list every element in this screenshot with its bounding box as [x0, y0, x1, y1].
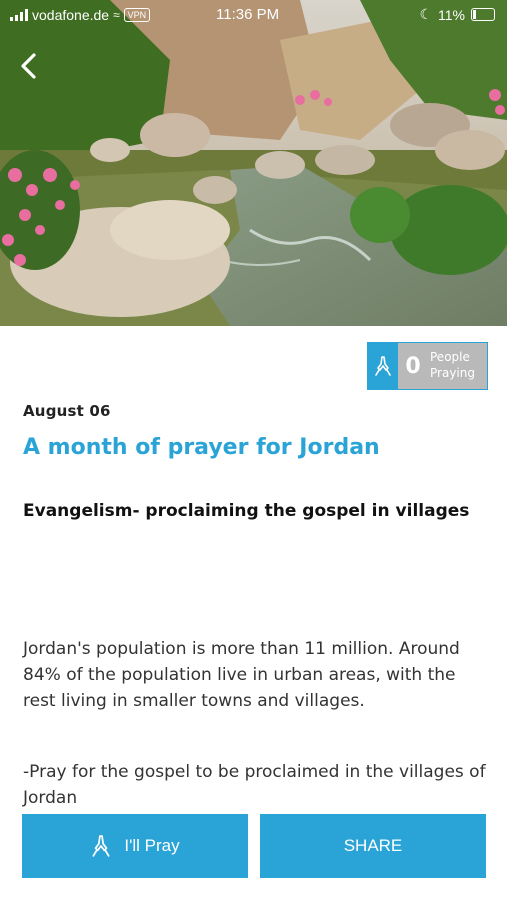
battery-percent: 11% — [438, 6, 465, 23]
vpn-badge: VPN — [123, 8, 151, 22]
carrier-name: vodafone.de — [32, 7, 110, 23]
status-left: vodafone.de ≈ VPN — [10, 7, 151, 23]
share-button[interactable]: SHARE — [260, 814, 486, 878]
page-title: A month of prayer for Jordan — [23, 435, 380, 460]
body-paragraph: Jordan's population is more than 11 mill… — [23, 639, 460, 711]
ill-pray-label: I'll Pray — [124, 836, 180, 855]
praying-label-line2: Praying — [430, 366, 475, 380]
moon-icon: ☾ — [419, 6, 433, 22]
back-button[interactable] — [14, 50, 46, 82]
chevron-left-icon — [21, 53, 36, 79]
share-label: SHARE — [343, 836, 403, 855]
ill-pray-button[interactable]: I'll Pray — [22, 814, 248, 878]
battery-icon — [471, 8, 495, 21]
topic-subtitle: Evangelism- proclaiming the gospel in vi… — [23, 501, 470, 521]
signal-icon — [10, 9, 28, 21]
people-praying-badge: 0 People Praying — [367, 342, 488, 390]
hero-image — [0, 0, 507, 326]
body-paragraph: -Pray for the gospel to be proclaimed in… — [23, 762, 486, 808]
wifi-icon: ≈ — [113, 8, 120, 22]
praying-label-line1: People — [430, 350, 470, 364]
status-right: ☾ 11% — [419, 6, 495, 23]
praying-hands-icon — [92, 835, 110, 857]
praying-label: People Praying — [428, 343, 487, 389]
prayer-date: August 06 — [23, 402, 111, 420]
status-time: 11:36 PM — [216, 6, 280, 23]
praying-count: 0 — [398, 343, 428, 389]
praying-hands-icon — [368, 343, 398, 389]
status-bar: vodafone.de ≈ VPN 11:36 PM ☾ 11% — [0, 0, 507, 32]
